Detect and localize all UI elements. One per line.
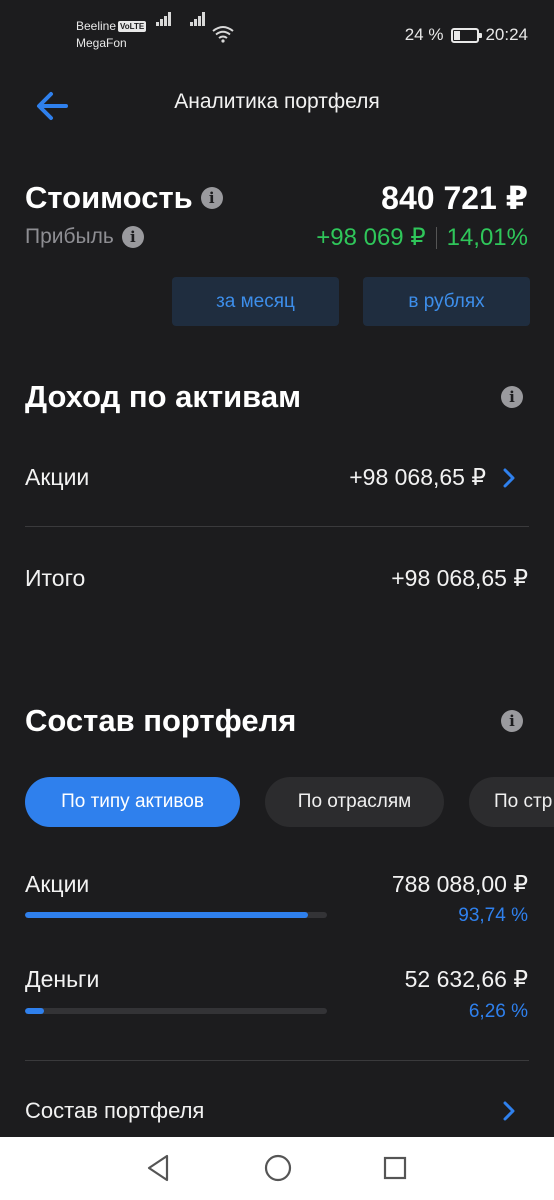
info-icon[interactable]: i <box>501 386 523 408</box>
status-right: 24 % 20:24 <box>405 25 528 45</box>
status-bar: Beeline VoLTE MegaFon 24 % 20:24 <box>0 0 554 70</box>
battery-percent: 24 % <box>404 25 444 44</box>
value-label-group: Стоимость i <box>25 180 223 216</box>
clock: 20:24 <box>485 25 528 44</box>
composition-item-bar-fill <box>25 912 309 918</box>
info-icon[interactable]: i <box>121 226 144 248</box>
profit-label-group: Прибыль i <box>25 225 144 249</box>
battery-level <box>454 30 460 40</box>
income-row-label: Акции <box>25 464 90 490</box>
composition-item-bar <box>25 912 327 918</box>
composition-item-percent: 6,26 % <box>468 1001 528 1022</box>
page-title: Аналитика портфеля <box>174 90 380 113</box>
value-label: Стоимость <box>25 180 193 215</box>
profit-label: Прибыль <box>25 225 114 248</box>
info-icon[interactable]: i <box>200 187 223 209</box>
income-section-title: Доход по активам <box>25 379 302 414</box>
portfolio-value: 840 721 ₽ <box>381 180 528 216</box>
divider <box>25 526 529 527</box>
chip-by-country[interactable]: По стр <box>469 777 554 827</box>
composition-link-label: Состав портфеля <box>25 1098 205 1123</box>
chip-by-industry[interactable]: По отраслям <box>265 777 444 827</box>
composition-item-label: Акции <box>25 871 90 897</box>
divider <box>25 1060 529 1061</box>
chevron-right-icon[interactable] <box>502 1100 516 1122</box>
system-nav-bar <box>0 1137 554 1200</box>
composition-item-bar <box>25 1008 327 1014</box>
carrier-2: MegaFon <box>76 36 127 50</box>
profit-amount: +98 069 ₽ <box>316 224 426 251</box>
home-circle-icon[interactable] <box>263 1153 293 1183</box>
profit-percent: 14,01% <box>446 223 528 251</box>
composition-item-percent: 93,74 % <box>458 905 528 926</box>
battery-icon <box>451 27 483 43</box>
total-label: Итого <box>25 565 86 591</box>
recents-square-icon[interactable] <box>381 1153 409 1183</box>
composition-section-title: Состав портфеля <box>25 703 297 738</box>
volte-badge: VoLTE <box>118 21 147 32</box>
composition-item-amount: 52 632,66 ₽ <box>404 966 528 992</box>
currency-button[interactable]: в рублях <box>363 277 530 326</box>
back-triangle-icon[interactable] <box>145 1153 171 1183</box>
chevron-right-icon[interactable] <box>502 467 516 489</box>
total-value: +98 068,65 ₽ <box>391 565 528 591</box>
profit-divider <box>435 226 437 249</box>
composition-item-amount: 788 088,00 ₽ <box>391 871 528 897</box>
income-row-value: +98 068,65 ₽ <box>349 464 486 490</box>
composition-item-label: Деньги <box>25 966 100 992</box>
composition-item-bar-fill <box>25 1008 44 1014</box>
wifi-icon <box>212 26 234 43</box>
chip-by-asset-type[interactable]: По типу активов <box>25 777 240 827</box>
info-icon[interactable]: i <box>501 710 523 732</box>
carrier-names: Beeline VoLTE MegaFon <box>76 18 147 52</box>
period-button[interactable]: за месяц <box>172 277 339 326</box>
carrier-1: Beeline <box>76 19 117 33</box>
profit-value: +98 069 ₽ 14,01% <box>316 223 528 252</box>
